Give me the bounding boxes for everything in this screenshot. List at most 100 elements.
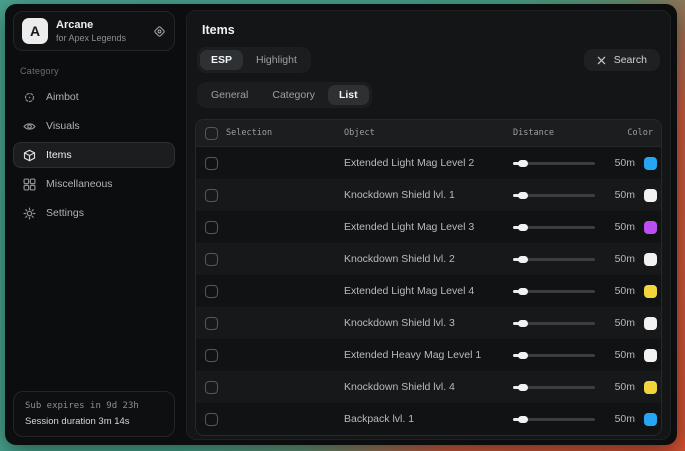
sidebar-item-visuals[interactable]: Visuals <box>13 113 175 139</box>
sidebar-item-label: Miscellaneous <box>46 178 113 190</box>
table-row: Knockdown Shield lvl. 4 50m <box>196 371 661 403</box>
sidebar-item-miscellaneous[interactable]: Miscellaneous <box>13 171 175 197</box>
tab-category[interactable]: Category <box>261 85 326 105</box>
subscription-info-card: Sub expires in 9d 23h Session duration 3… <box>13 391 175 437</box>
sidebar-item-aimbot[interactable]: Aimbot <box>13 84 175 110</box>
table-row: Knockdown Shield lvl. 1 50m <box>196 179 661 211</box>
table-row: Knockdown Shield lvl. 3 50m <box>196 307 661 339</box>
color-swatch[interactable] <box>644 349 657 362</box>
table-row: Backpack lvl. 1 50m <box>196 403 661 435</box>
distance-value: 50m <box>599 157 635 169</box>
select-all-checkbox[interactable] <box>205 127 218 140</box>
color-swatch[interactable] <box>644 221 657 234</box>
distance-value: 50m <box>599 285 635 297</box>
row-checkbox[interactable] <box>205 413 218 426</box>
diamond-badge-icon[interactable] <box>153 25 166 38</box>
slider-thumb[interactable] <box>518 160 528 167</box>
distance-slider[interactable] <box>513 386 595 389</box>
slider-thumb[interactable] <box>518 288 528 295</box>
table-row: Extended Heavy Mag Level 1 50m <box>196 339 661 371</box>
tab-list[interactable]: List <box>328 85 369 105</box>
sidebar-item-settings[interactable]: Settings <box>13 200 175 226</box>
sidebar-item-label: Visuals <box>46 120 80 132</box>
distance-slider[interactable] <box>513 290 595 293</box>
sidebar-nav: Aimbot Visuals Items Miscellaneous Setti… <box>13 84 175 226</box>
distance-value: 50m <box>599 349 635 361</box>
row-checkbox[interactable] <box>205 381 218 394</box>
color-swatch[interactable] <box>644 157 657 170</box>
color-swatch[interactable] <box>644 413 657 426</box>
object-name: Knockdown Shield lvl. 2 <box>344 253 513 265</box>
header-object: Object <box>344 128 513 138</box>
object-name: Backpack lvl. 1 <box>344 413 513 425</box>
gear-icon <box>23 207 36 220</box>
color-swatch[interactable] <box>644 253 657 266</box>
distance-value: 50m <box>599 413 635 425</box>
grid-icon <box>23 178 36 191</box>
header-color: Color <box>599 128 661 138</box>
app-header-card: A Arcane for Apex Legends <box>13 11 175 51</box>
distance-value: 50m <box>599 381 635 393</box>
distance-value: 50m <box>599 221 635 233</box>
app-subtitle: for Apex Legends <box>56 33 126 43</box>
row-checkbox[interactable] <box>205 157 218 170</box>
color-swatch[interactable] <box>644 381 657 394</box>
sidebar-item-label: Aimbot <box>46 91 79 103</box>
tab-general[interactable]: General <box>200 85 259 105</box>
sidebar: A Arcane for Apex Legends Category Aimbo… <box>5 4 183 445</box>
eye-icon <box>23 120 36 133</box>
row-checkbox[interactable] <box>205 285 218 298</box>
sidebar-item-items[interactable]: Items <box>13 142 175 168</box>
view-tabs-row: GeneralCategoryList <box>195 82 662 108</box>
slider-thumb[interactable] <box>518 256 528 263</box>
search-button-label: Search <box>614 54 647 66</box>
header-selection: Selection <box>226 128 344 138</box>
cube-icon <box>23 149 36 162</box>
distance-value: 50m <box>599 253 635 265</box>
tab-highlight[interactable]: Highlight <box>245 50 308 70</box>
session-duration-text: Session duration 3m 14s <box>25 416 163 427</box>
slider-thumb[interactable] <box>518 192 528 199</box>
app-logo: A <box>22 18 48 44</box>
object-name: Extended Light Mag Level 2 <box>344 157 513 169</box>
table-row: Knockdown Shield lvl. 2 50m <box>196 243 661 275</box>
row-checkbox[interactable] <box>205 253 218 266</box>
items-table: Selection Object Distance Color Extended… <box>195 119 662 436</box>
row-checkbox[interactable] <box>205 349 218 362</box>
distance-slider[interactable] <box>513 354 595 357</box>
app-name: Arcane <box>56 19 126 31</box>
row-checkbox[interactable] <box>205 317 218 330</box>
slider-thumb[interactable] <box>518 384 528 391</box>
category-section-label: Category <box>20 66 175 76</box>
app-window: A Arcane for Apex Legends Category Aimbo… <box>5 4 677 445</box>
distance-slider[interactable] <box>513 194 595 197</box>
slider-thumb[interactable] <box>518 416 528 423</box>
color-swatch[interactable] <box>644 285 657 298</box>
table-row: Extended Light Mag Level 3 50m <box>196 211 661 243</box>
distance-slider[interactable] <box>513 162 595 165</box>
slider-thumb[interactable] <box>518 352 528 359</box>
table-body: Extended Light Mag Level 2 50m Knockdown… <box>196 147 661 435</box>
sub-expires-text: Sub expires in 9d 23h <box>25 401 163 411</box>
tab-esp[interactable]: ESP <box>200 50 243 70</box>
color-swatch[interactable] <box>644 317 657 330</box>
distance-value: 50m <box>599 317 635 329</box>
object-name: Extended Light Mag Level 4 <box>344 285 513 297</box>
sidebar-item-label: Items <box>46 149 72 161</box>
slider-thumb[interactable] <box>518 224 528 231</box>
distance-slider[interactable] <box>513 258 595 261</box>
slider-thumb[interactable] <box>518 320 528 327</box>
table-row: Extended Light Mag Level 4 50m <box>196 275 661 307</box>
distance-slider[interactable] <box>513 322 595 325</box>
mode-tab-group: ESPHighlight <box>197 47 311 73</box>
search-button[interactable]: Search <box>584 49 660 71</box>
page-title: Items <box>202 23 662 37</box>
table-row: Extended Light Mag Level 2 50m <box>196 147 661 179</box>
row-checkbox[interactable] <box>205 189 218 202</box>
row-checkbox[interactable] <box>205 221 218 234</box>
distance-slider[interactable] <box>513 418 595 421</box>
distance-slider[interactable] <box>513 226 595 229</box>
sidebar-item-label: Settings <box>46 207 84 219</box>
object-name: Extended Heavy Mag Level 1 <box>344 349 513 361</box>
color-swatch[interactable] <box>644 189 657 202</box>
